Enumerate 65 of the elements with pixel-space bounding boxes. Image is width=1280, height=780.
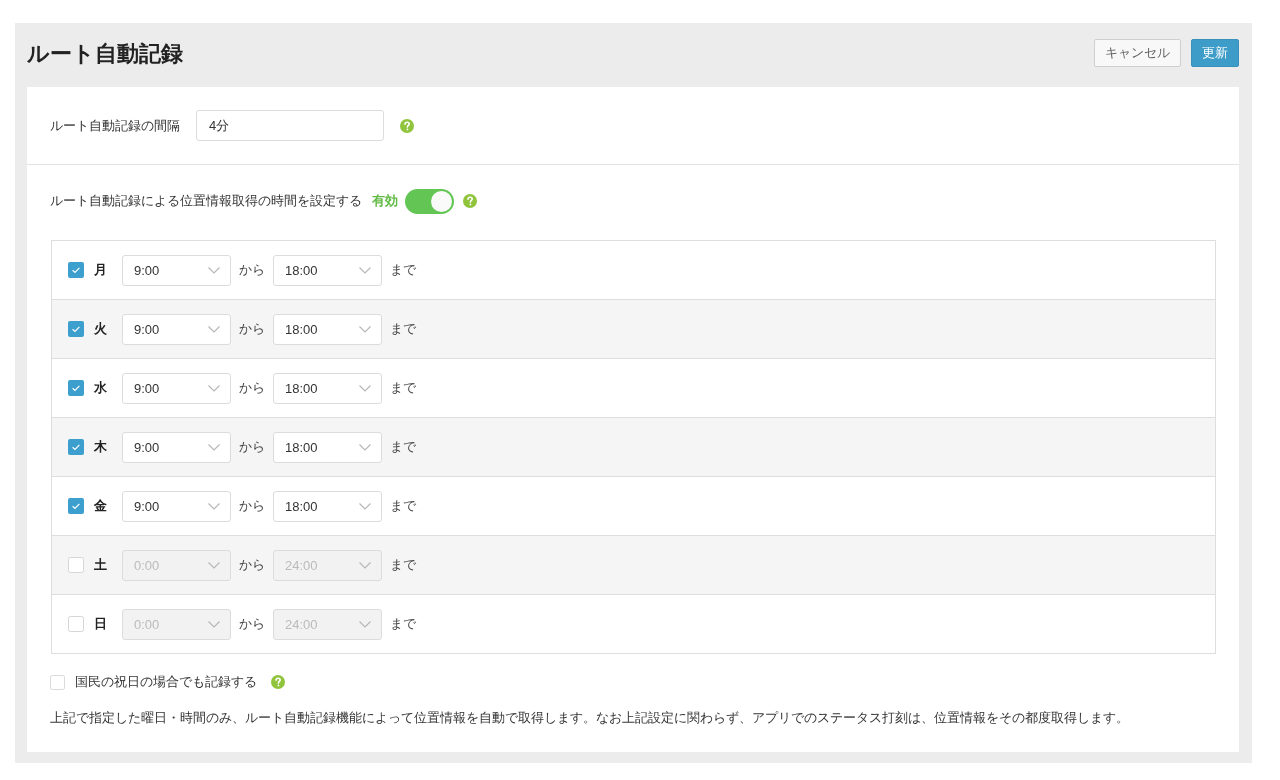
from-text: から <box>239 556 265 574</box>
time-select[interactable]: 9:00 <box>122 431 231 463</box>
day-label: 月 <box>94 261 108 279</box>
day-label: 水 <box>94 379 108 397</box>
checkbox[interactable] <box>68 557 84 573</box>
caret-icon <box>208 561 220 569</box>
day-label: 日 <box>94 615 108 633</box>
until-text: まで <box>390 379 416 397</box>
holiday-label: 国民の祝日の場合でも記録する <box>75 673 257 691</box>
help-icon[interactable] <box>271 675 285 689</box>
checkbox[interactable] <box>68 498 84 514</box>
from-text: から <box>239 379 265 397</box>
time-select[interactable]: 18:00 <box>273 490 382 522</box>
cancel-button[interactable]: キャンセル <box>1094 39 1181 67</box>
time-select[interactable]: 18:00 <box>273 372 382 404</box>
interval-input[interactable]: 4分 <box>196 110 384 141</box>
until-text: まで <box>390 320 416 338</box>
caret-icon <box>359 502 371 510</box>
note-text: 上記で指定した曜日・時間のみ、ルート自動記録機能によって位置情報を自動で取得します。なお上記設定に関わらず、アプリでのステータス打刻は、位置情報をその都度取得します。 <box>50 709 1130 727</box>
caret-icon <box>208 620 220 628</box>
caret-icon <box>208 443 220 451</box>
caret-icon <box>359 443 371 451</box>
checkbox[interactable] <box>68 616 84 632</box>
caret-icon <box>359 384 371 392</box>
time-select[interactable]: 9:00 <box>122 490 231 522</box>
caret-icon <box>208 502 220 510</box>
time-select[interactable]: 9:00 <box>122 254 231 286</box>
until-text: まで <box>390 556 416 574</box>
caret-icon <box>208 325 220 333</box>
time-select[interactable]: 18:00 <box>273 313 382 345</box>
caret-icon <box>359 620 371 628</box>
time-select[interactable]: 9:00 <box>122 372 231 404</box>
day-label: 土 <box>94 556 108 574</box>
caret-icon <box>359 561 371 569</box>
checkbox[interactable] <box>68 439 84 455</box>
caret-icon <box>208 384 220 392</box>
caret-icon <box>359 266 371 274</box>
until-text: まで <box>390 261 416 279</box>
toggle-switch[interactable] <box>405 188 454 214</box>
caret-icon <box>208 266 220 274</box>
from-text: から <box>239 615 265 633</box>
page-title: ルート自動記録 <box>27 39 183 68</box>
checkbox[interactable] <box>68 321 84 337</box>
day-label: 金 <box>94 497 108 515</box>
time-select[interactable]: 18:00 <box>273 254 382 286</box>
day-label: 木 <box>94 438 108 456</box>
checkbox[interactable] <box>68 380 84 396</box>
help-icon[interactable] <box>463 194 477 208</box>
from-text: から <box>239 261 265 279</box>
until-text: まで <box>390 497 416 515</box>
until-text: まで <box>390 615 416 633</box>
time-select[interactable]: 18:00 <box>273 431 382 463</box>
checkbox[interactable] <box>50 674 65 690</box>
from-text: から <box>239 438 265 456</box>
schedule-label: ルート自動記録による位置情報取得の時間を設定する <box>50 192 362 210</box>
caret-icon <box>359 325 371 333</box>
checkbox[interactable] <box>68 262 84 278</box>
until-text: まで <box>390 438 416 456</box>
help-icon[interactable] <box>400 118 414 133</box>
time-select[interactable]: 9:00 <box>122 313 231 345</box>
from-text: から <box>239 320 265 338</box>
interval-label: ルート自動記録の間隔 <box>50 116 180 135</box>
day-label: 火 <box>94 320 108 338</box>
toggle-status: 有効 <box>372 192 398 210</box>
from-text: から <box>239 497 265 515</box>
